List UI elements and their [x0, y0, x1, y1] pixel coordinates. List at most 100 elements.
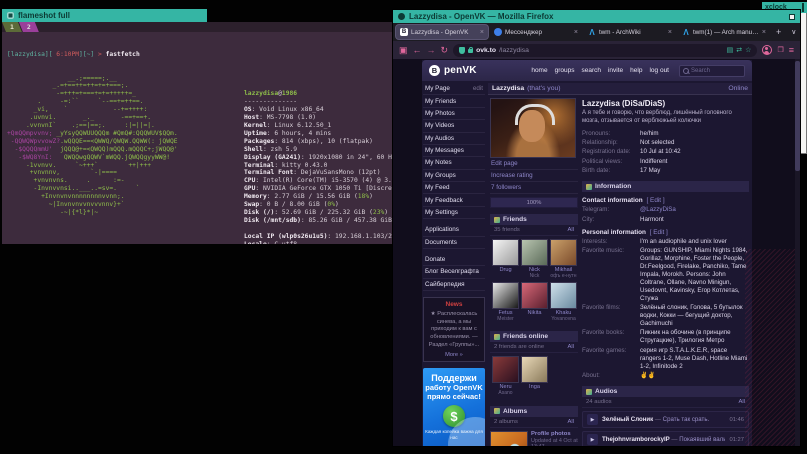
friends-all-link[interactable]: All [567, 227, 574, 233]
audio-row[interactable]: ▶Зелёный Слоник — Срать так срать.01:46 [582, 411, 749, 428]
play-icon[interactable]: ▶ [587, 434, 598, 445]
friends-online-icon [494, 334, 500, 340]
tab-list-dropdown[interactable]: ∨ [787, 28, 800, 36]
friend-item[interactable]: Mikhailофъ е-нутн [549, 239, 578, 279]
sidebar-item-my-settings[interactable]: My Settings [423, 207, 485, 219]
url-bar[interactable]: ovk.to/lazzydisa ▤ ⇄ ☆ [453, 44, 757, 57]
menu-hamburger-icon[interactable]: ≡ [789, 46, 794, 55]
page-scrollbar[interactable] [795, 59, 800, 446]
header-link-log-out[interactable]: log out [649, 67, 669, 74]
field-value: ✌✌ [640, 372, 749, 380]
friend-avatar[interactable] [521, 239, 548, 266]
terminal-body[interactable]: [lazzydisa][ 6:10PM][~] > fastfetch __.;… [2, 32, 392, 244]
friend-item[interactable]: NeruAsano [491, 356, 520, 396]
friends-online-all-link[interactable]: All [567, 344, 574, 350]
tab-close-icon[interactable]: × [574, 29, 578, 36]
sidebar-item-my-audios[interactable]: My Audios [423, 133, 485, 145]
terminal-tab-2[interactable]: 2 [19, 22, 39, 32]
profile-action-7-followers[interactable]: 7 followers [490, 182, 578, 194]
xclock-iconify-button[interactable] [802, 3, 804, 12]
header-link-help[interactable]: help [630, 67, 642, 74]
contact-edit-link[interactable]: [ Edit ] [647, 197, 665, 204]
sidebar-item-edit-link[interactable]: edit [473, 85, 483, 92]
sidebar-item-блог-веселграфта[interactable]: Блог Веселграфта [423, 266, 485, 278]
reader-mode-icon[interactable]: ▤ [727, 47, 734, 54]
field-value[interactable]: @LazzyDiSa [640, 206, 749, 214]
friend-name[interactable]: Inga [520, 384, 549, 391]
firefox-titlebar[interactable]: Lazzydisa - OpenVK — Mozilla Firefox [393, 10, 800, 23]
sidebar-item-my-videos[interactable]: My Videos [423, 120, 485, 132]
friend-avatar[interactable] [521, 282, 548, 309]
friend-avatar[interactable] [492, 239, 519, 266]
friend-item[interactable]: Drug [491, 239, 520, 279]
firefox-tab-4[interactable]: Λtwm(1) — Arch manu…× [678, 25, 770, 39]
sidebar-item-my-messages[interactable]: My Messages [423, 145, 485, 157]
sidebar-item-сайберпедия[interactable]: Сайберпедия [423, 279, 485, 291]
back-button[interactable]: ← [413, 46, 422, 55]
album-thumbnail[interactable] [490, 431, 528, 446]
sidebar-item-my-page[interactable]: My Pageedit [423, 83, 485, 95]
friend-avatar[interactable] [550, 239, 577, 266]
firefox-tab-1[interactable]: BLazzydisa - OpenVK× [396, 25, 488, 39]
donate-banner[interactable]: Поддержи работу OpenVK прямо сейчас! $ К… [423, 368, 485, 446]
albums-subrow: 2 albums All [490, 417, 578, 428]
firefox-iconify-button[interactable] [789, 14, 795, 20]
play-icon[interactable]: ▶ [587, 414, 598, 425]
firefox-tab-3[interactable]: Λtwm - ArchWiki× [584, 25, 676, 39]
friend-item[interactable]: Nikita [520, 282, 549, 322]
tab-close-icon[interactable]: × [668, 29, 672, 36]
friend-item[interactable]: Inga [520, 356, 549, 396]
header-link-groups[interactable]: groups [555, 67, 575, 74]
bookmark-star-icon[interactable]: ☆ [745, 47, 751, 54]
sidebar-item-documents[interactable]: Documents [423, 237, 485, 249]
sidebar-item-my-feed[interactable]: My Feed [423, 182, 485, 194]
dollar-icon: $ [443, 405, 465, 427]
friend-avatar[interactable] [492, 356, 519, 383]
album-item[interactable]: Profile photosUpdated at 4 Oct at 13:47 [490, 431, 578, 446]
tab-close-icon[interactable]: × [480, 29, 484, 36]
sidebar-item-my-notes[interactable]: My Notes [423, 157, 485, 169]
terminal-titlebar[interactable]: flameshot full [2, 9, 207, 22]
friend-name[interactable]: Drug [491, 267, 520, 274]
firefox-view-icon[interactable]: ▣ [399, 46, 408, 55]
openvk-logo-icon[interactable]: B [429, 65, 440, 76]
profile-avatar[interactable] [490, 98, 576, 158]
sidebar-item-my-photos[interactable]: My Photos [423, 108, 485, 120]
friend-avatar[interactable] [492, 282, 519, 309]
friend-item[interactable]: KhakuYovanovna [549, 282, 578, 322]
albums-all-link[interactable]: All [567, 419, 574, 425]
header-link-invite[interactable]: invite [608, 67, 623, 74]
extensions-icon[interactable]: ❒ [777, 47, 783, 54]
sidebar-item-my-friends[interactable]: My Friends [423, 95, 485, 107]
translate-icon[interactable]: ⇄ [736, 47, 742, 54]
tracking-protection-shield-icon[interactable] [459, 47, 465, 54]
profile-action-edit-page[interactable]: Edit page [490, 158, 578, 170]
personal-edit-link[interactable]: [ Edit ] [650, 229, 668, 236]
account-icon[interactable] [762, 45, 772, 55]
scrollbar-thumb[interactable] [795, 61, 800, 171]
forward-button[interactable]: → [427, 46, 436, 55]
sidebar-item-donate[interactable]: Donate [423, 254, 485, 266]
terminal-tab-1[interactable]: 1 [2, 22, 22, 32]
friend-item[interactable]: NickNick [520, 239, 549, 279]
header-search-input[interactable]: Search [679, 65, 745, 77]
friend-name[interactable]: Nikita [520, 310, 549, 317]
sidebar-item-my-groups[interactable]: My Groups [423, 170, 485, 182]
header-link-search[interactable]: search [581, 67, 601, 74]
firefox-tab-2[interactable]: Мессенджер× [490, 25, 582, 39]
tab-close-icon[interactable]: × [762, 29, 766, 36]
profile-status[interactable]: А я тебе и говорю, что верблюд, лишённый… [582, 110, 749, 126]
friend-item[interactable]: FetusMeister [491, 282, 520, 322]
profile-action-increase-rating[interactable]: Increase rating [490, 170, 578, 182]
audio-row[interactable]: ▶ThejohnvramborockyIP — Покаявший вальс … [582, 431, 749, 446]
openvk-logo-text[interactable]: penVK [444, 65, 477, 76]
friend-avatar[interactable] [521, 356, 548, 383]
reload-button[interactable]: ↻ [441, 46, 449, 55]
new-tab-button[interactable]: + [772, 27, 785, 37]
audios-all-link[interactable]: All [738, 399, 745, 405]
sidebar-item-my-feedback[interactable]: My Feedback [423, 194, 485, 206]
sidebar-item-applications[interactable]: Applications [423, 224, 485, 236]
news-more-link[interactable]: More » [426, 352, 482, 358]
header-link-home[interactable]: home [531, 67, 547, 74]
friend-avatar[interactable] [550, 282, 577, 309]
